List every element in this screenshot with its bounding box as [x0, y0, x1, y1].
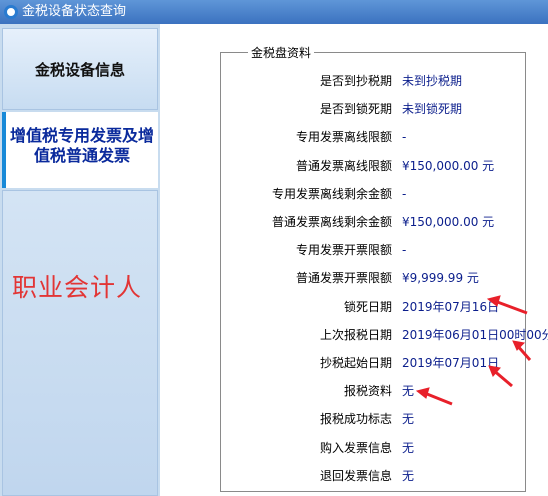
info-row: 上次报税日期 2019年06月01日00时00分: [222, 324, 548, 346]
info-row-value: ¥9,999.99 元: [402, 271, 479, 286]
watermark-text: 职业会计人: [12, 273, 143, 302]
info-row-label: 专用发票开票限额: [295, 243, 392, 258]
info-row-value: 未到锁死期: [402, 102, 463, 117]
info-row-label: 普通发票开票限额: [295, 271, 392, 286]
info-row-value: -: [402, 130, 407, 145]
info-row: 购入发票信息无: [222, 437, 542, 459]
info-row: 报税资料无: [222, 380, 542, 402]
info-row-label: 退回发票信息: [319, 468, 392, 483]
info-row-label: 是否到锁死期: [319, 102, 392, 117]
sidebar-item-vat-invoices[interactable]: 增值税专用发票及增值税普通发票: [2, 112, 158, 188]
info-row-value: 无: [402, 440, 415, 455]
info-row-value: -: [402, 186, 407, 201]
info-row-label: 普通发票离线剩余金额: [271, 215, 392, 229]
info-row-value: 2019年07月01日: [402, 356, 500, 370]
info-row-label: 是否到抄税期: [319, 74, 392, 88]
info-row: 专用发票开票限额 -: [222, 239, 542, 261]
info-row-label: 专用发票离线限额: [295, 130, 392, 145]
info-row: 锁死日期 2019年07月16日: [222, 296, 542, 318]
info-row: 专用发票离线剩余金额 -: [222, 183, 542, 205]
info-row: 退回发票信息无: [222, 465, 542, 487]
sidebar: 金税设备信息 增值税专用发票及增值税普通发票 职业会计人: [0, 24, 160, 496]
info-row-label: 普通发票离线限额: [295, 158, 392, 173]
info-row: 专用发票离线限额 -: [222, 126, 542, 148]
info-row-label: 锁死日期: [343, 299, 392, 314]
info-row-label: 专用发票离线剩余金额: [271, 186, 392, 201]
info-row: 报税成功标志无: [222, 408, 542, 430]
info-row-label: 上次报税日期: [319, 327, 392, 342]
info-row-label: 报税成功标志: [319, 412, 392, 427]
info-row: 是否到抄税期 未到抄税期: [222, 70, 542, 92]
sidebar-blank-panel: [2, 190, 158, 496]
info-row-value: 无: [402, 412, 415, 427]
info-row-label: 购入发票信息: [319, 440, 392, 455]
info-row: 普通发票离线限额 ¥150,000.00 元: [222, 155, 542, 177]
info-row-value: 2019年06月01日00时00分: [402, 327, 548, 342]
info-row-value: 无: [402, 384, 415, 399]
info-row-value: ¥150,000.00 元: [402, 158, 495, 173]
info-row-label: 报税资料: [343, 384, 392, 399]
info-row: 普通发票开票限额 ¥9,999.99 元: [222, 267, 542, 289]
info-row: 抄税起始日期 2019年07月01日: [222, 352, 542, 374]
info-row-value: 未到抄税期: [402, 74, 463, 88]
info-row-label: 抄税起始日期: [319, 356, 392, 370]
info-row-value: ¥150,000.00 元: [402, 215, 495, 229]
sidebar-item-device-info[interactable]: 金税设备信息: [2, 28, 158, 110]
window-titlebar: 金税设备状态查询: [0, 0, 548, 24]
group-legend: 金税盘资料: [248, 44, 315, 61]
info-row-value: -: [402, 243, 407, 258]
info-row-value: 2019年07月16日: [402, 299, 500, 314]
info-row: 普通发票离线剩余金额 ¥150,000.00 元: [222, 211, 542, 233]
info-row: 是否到锁死期 未到锁死期: [222, 98, 542, 120]
info-row-value: 无: [402, 468, 415, 483]
app-logo-icon: [4, 5, 18, 19]
window-title: 金税设备状态查询: [22, 4, 127, 19]
